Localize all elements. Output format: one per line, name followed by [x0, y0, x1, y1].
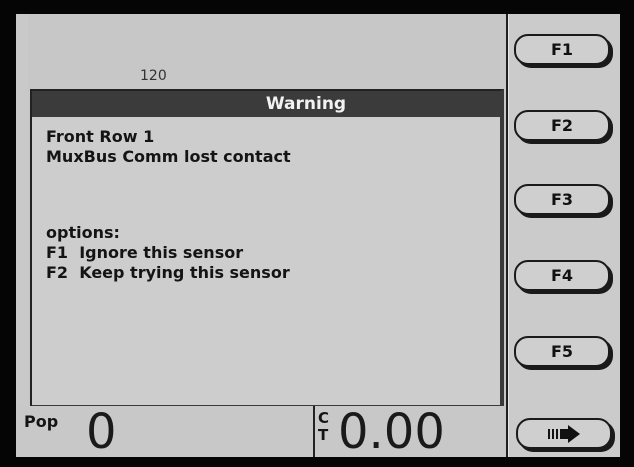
ct-label-c: C: [318, 409, 330, 427]
ct-value: 0.00: [338, 404, 445, 457]
dialog-line-location: Front Row 1: [46, 127, 155, 146]
dialog-option-f2: F2 Keep trying this sensor: [46, 263, 290, 282]
status-divider: [313, 406, 315, 457]
pop-value: 0: [86, 404, 117, 457]
status-bar: Pop 0 C T 0.00: [16, 406, 506, 457]
dialog-title: Warning: [32, 91, 500, 117]
ct-label: C T: [318, 410, 332, 444]
next-page-button[interactable]: [516, 418, 612, 449]
f3-button[interactable]: F3: [514, 184, 610, 215]
pop-label: Pop: [24, 412, 59, 431]
dialog-line-message: MuxBus Comm lost contact: [46, 147, 291, 166]
arrow-right-icon: [548, 424, 580, 443]
f1-button[interactable]: F1: [514, 34, 610, 65]
background-value: 120: [140, 68, 167, 84]
dialog-option-f1: F1 Ignore this sensor: [46, 243, 244, 262]
f4-button[interactable]: F4: [514, 260, 610, 291]
dialog-options-label: options:: [46, 223, 120, 242]
ct-label-t: T: [318, 426, 329, 444]
f2-button[interactable]: F2: [514, 110, 610, 141]
warning-dialog: Warning Front Row 1 MuxBus Comm lost con…: [30, 89, 504, 409]
f5-button[interactable]: F5: [514, 336, 610, 367]
softkey-panel: [506, 14, 620, 457]
display-screen: 120 Warning Front Row 1 MuxBus Comm lost…: [16, 14, 620, 457]
